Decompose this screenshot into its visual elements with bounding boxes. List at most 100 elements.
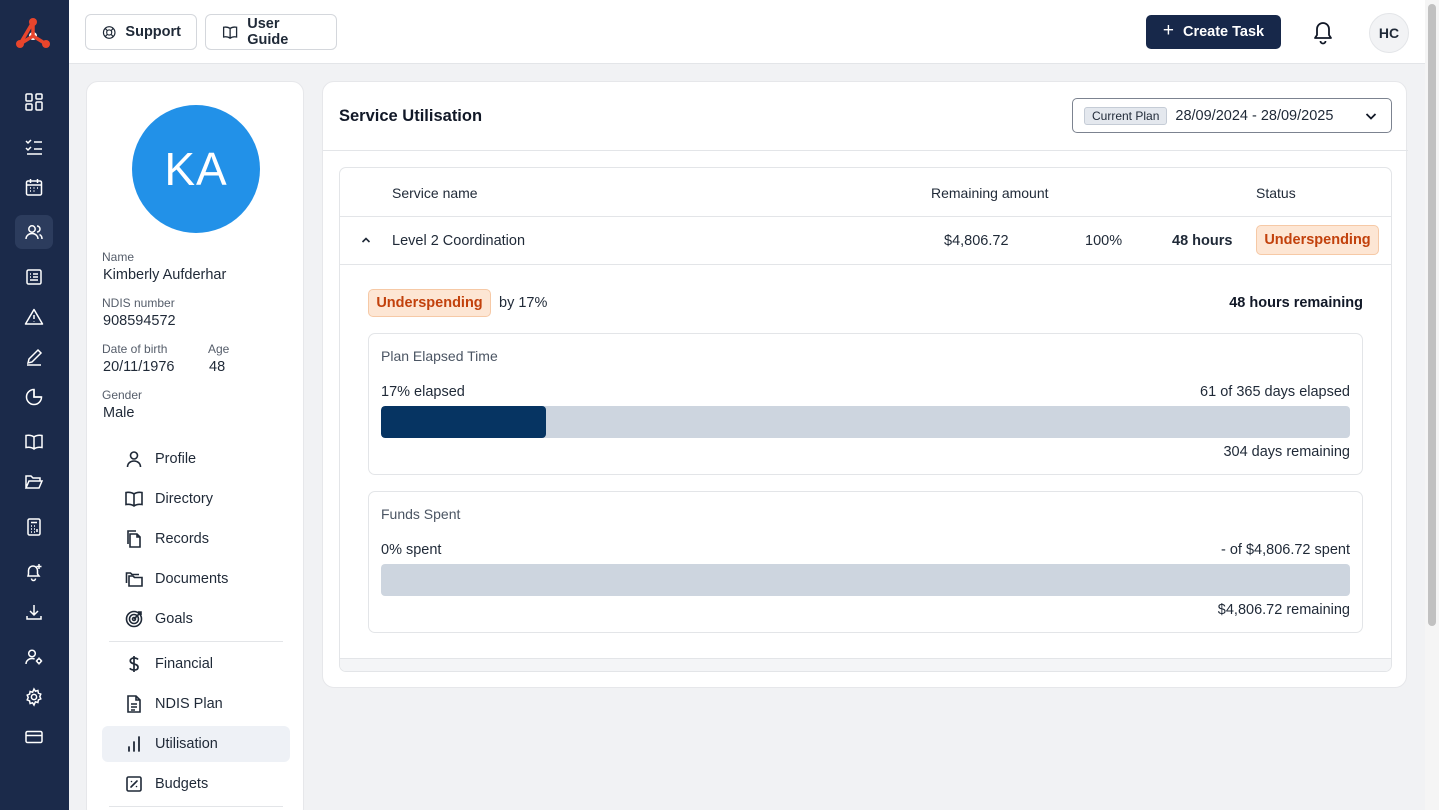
- credit-card-icon: [25, 730, 43, 744]
- plan-period-select[interactable]: Current Plan 28/09/2024 - 28/09/2025: [1072, 98, 1392, 133]
- menu-item-directory[interactable]: Directory: [102, 481, 290, 517]
- menu-item-financial[interactable]: Financial: [102, 646, 290, 682]
- column-header-remaining-amount[interactable]: Remaining amount: [931, 185, 1049, 201]
- menu-item-label: Directory: [155, 491, 214, 507]
- elapsed-percent: 17% elapsed: [381, 384, 465, 400]
- service-name-cell[interactable]: Level 2 Coordination: [392, 233, 525, 249]
- hours-cell: 48 hours: [1172, 233, 1233, 249]
- current-plan-badge: Current Plan: [1084, 106, 1168, 125]
- person-icon: [126, 451, 142, 468]
- menu-item-label: Utilisation: [155, 736, 218, 752]
- menu-item-budgets[interactable]: Budgets: [102, 766, 290, 802]
- user-initials: HC: [1378, 25, 1400, 41]
- nav-participants[interactable]: [15, 215, 53, 249]
- table-horizontal-scrollbar[interactable]: [340, 658, 1391, 671]
- underspend-by-text: by 17%: [499, 295, 548, 311]
- nav-tasks[interactable]: [15, 130, 53, 164]
- remaining-amount-cell: $4,806.72: [944, 233, 1009, 249]
- elapsed-progress-bar: [381, 406, 1350, 438]
- book-open-icon: [222, 25, 238, 39]
- panel-title: Funds Spent: [381, 506, 461, 522]
- book-icon: [25, 434, 43, 450]
- nav-forms[interactable]: [15, 260, 53, 294]
- column-header-status[interactable]: Status: [1256, 185, 1296, 201]
- nav-folders[interactable]: [15, 465, 53, 499]
- nav-notes[interactable]: [15, 340, 53, 374]
- page-title: Service Utilisation: [339, 107, 483, 125]
- participant-profile-card: KA Name Kimberly Aufderhar NDIS number 9…: [86, 81, 304, 810]
- nav-calculator[interactable]: [15, 510, 53, 544]
- utilisation-table: Service name Remaining amount Status Lev…: [339, 167, 1392, 672]
- create-task-label: Create Task: [1182, 24, 1265, 40]
- calendar-icon: [25, 179, 43, 196]
- left-rail: [0, 0, 69, 810]
- user-cog-icon: [25, 649, 43, 665]
- app-logo-icon[interactable]: [14, 16, 52, 52]
- funds-spent-panel: Funds Spent 0% spent - of $4,806.72 spen…: [368, 491, 1363, 633]
- days-remaining: 304 days remaining: [1223, 444, 1350, 460]
- menu-item-records[interactable]: Records: [102, 521, 290, 557]
- funds-progress-bar: [381, 564, 1350, 596]
- chevron-up-icon[interactable]: [360, 234, 372, 246]
- menu-item-utilisation[interactable]: Utilisation: [102, 726, 290, 762]
- notification-bell-icon[interactable]: [1311, 19, 1335, 45]
- user-avatar[interactable]: HC: [1369, 13, 1409, 53]
- menu-item-label: Financial: [155, 656, 214, 672]
- gender-label: Gender: [102, 388, 143, 402]
- menu-divider: [109, 806, 283, 807]
- remaining-percent-cell: 100%: [1085, 233, 1123, 249]
- gender-value: Male: [103, 405, 135, 421]
- menu-item-label: Records: [155, 531, 209, 547]
- column-header-service-name[interactable]: Service name: [392, 185, 478, 201]
- download-icon: [26, 605, 42, 620]
- hours-remaining-text: 48 hours remaining: [1229, 295, 1363, 311]
- user-guide-label: User Guide: [247, 16, 289, 48]
- support-button[interactable]: Support: [85, 14, 197, 50]
- header-divider: [323, 150, 1408, 151]
- create-task-button[interactable]: + Create Task: [1146, 15, 1281, 49]
- bell-plus-icon: [27, 564, 42, 582]
- users-icon: [25, 225, 43, 240]
- nav-guide[interactable]: [15, 425, 53, 459]
- budget-icon: [126, 776, 142, 792]
- top-bar: Support User Guide + Create Task HC: [69, 0, 1425, 64]
- ndis-number-label: NDIS number: [102, 296, 175, 310]
- nav-incidents[interactable]: [15, 300, 53, 334]
- participant-initials: KA: [164, 143, 228, 195]
- detail-status-label: Underspending: [376, 295, 483, 311]
- scrollbar-thumb[interactable]: [1428, 4, 1436, 626]
- page-scrollbar[interactable]: [1425, 0, 1439, 810]
- dashboard-icon: [25, 93, 43, 111]
- nav-user-settings[interactable]: [15, 640, 53, 674]
- calculator-icon: [27, 518, 41, 536]
- panel-title: Plan Elapsed Time: [381, 348, 498, 364]
- nav-settings[interactable]: [15, 680, 53, 714]
- nav-reports[interactable]: [15, 380, 53, 414]
- menu-item-documents[interactable]: Documents: [102, 561, 290, 597]
- menu-item-ndis-plan[interactable]: NDIS Plan: [102, 686, 290, 722]
- menu-item-profile[interactable]: Profile: [102, 441, 290, 477]
- plan-date-range: 28/09/2024 - 28/09/2025: [1175, 107, 1334, 124]
- age-label: Age: [208, 342, 230, 356]
- user-guide-button[interactable]: User Guide: [205, 14, 337, 50]
- detail-status-badge: Underspending: [368, 289, 491, 317]
- menu-item-label: Profile: [155, 451, 197, 467]
- nav-downloads[interactable]: [15, 595, 53, 629]
- lifebuoy-icon: [102, 25, 116, 39]
- menu-item-label: Goals: [155, 611, 193, 627]
- row-divider: [340, 216, 1391, 217]
- pie-chart-icon: [25, 388, 43, 406]
- menu-item-label: Documents: [155, 571, 229, 587]
- menu-item-goals[interactable]: Goals: [102, 601, 290, 637]
- nav-alerts[interactable]: [15, 555, 53, 589]
- nav-calendar[interactable]: [15, 170, 53, 204]
- spent-percent: 0% spent: [381, 542, 442, 558]
- target-icon: [125, 610, 143, 628]
- status-badge: Underspending: [1256, 225, 1379, 255]
- nav-dashboard[interactable]: [15, 85, 53, 119]
- nav-billing[interactable]: [15, 720, 53, 754]
- funds-remaining: $4,806.72 remaining: [1217, 602, 1350, 618]
- status-badge-label: Underspending: [1264, 232, 1371, 248]
- document-icon: [127, 695, 141, 713]
- dollar-icon: [129, 656, 139, 672]
